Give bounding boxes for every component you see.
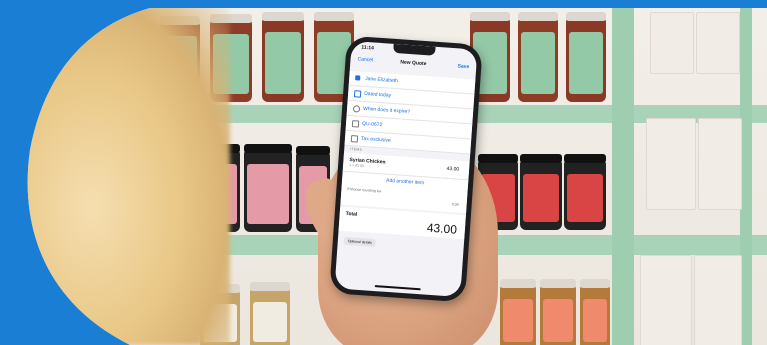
smartphone: 11:14 New Quote Cancel Save Jane Elizabe…: [329, 36, 483, 303]
tax-icon: [351, 135, 358, 142]
box: [694, 255, 742, 345]
rounding-value: 0.00: [451, 202, 459, 207]
tax-text: Tax exclusive: [360, 135, 391, 144]
jar: [262, 18, 304, 102]
contact-icon: [355, 75, 360, 80]
total-value: 43.00: [426, 220, 458, 237]
home-indicator: [375, 285, 421, 290]
box: [698, 118, 742, 210]
rounding-label: Enhance rounding tax: [347, 186, 382, 194]
quote-number: QU-0672: [361, 120, 383, 129]
expiry-text: When does it expire?: [362, 105, 411, 116]
phone-screen: 11:14 New Quote Cancel Save Jane Elizabe…: [335, 41, 478, 297]
calendar-icon: [354, 90, 361, 97]
optional-details-button[interactable]: Optional details: [344, 237, 377, 247]
jar: [566, 18, 606, 102]
jar: [500, 285, 536, 345]
box: [696, 12, 740, 74]
item-quantity: 1 × 43.00: [348, 163, 364, 169]
item-price: 43.00: [446, 165, 460, 173]
jar: [250, 288, 290, 345]
clock-icon: [353, 105, 360, 112]
jar: [564, 160, 606, 230]
jar: [540, 285, 576, 345]
box: [650, 12, 694, 74]
quote-details-group: Jane Elizabeth Dated today When does it …: [344, 71, 475, 155]
box: [640, 255, 692, 345]
jar: [518, 18, 558, 102]
cancel-button[interactable]: Cancel: [357, 56, 373, 63]
total-label: Total: [345, 210, 358, 218]
shelf-post: [612, 8, 634, 345]
status-time: 11:14: [361, 44, 375, 52]
date-text: Dated today: [363, 90, 392, 99]
save-button[interactable]: Save: [457, 63, 469, 70]
items-section-label: ITEMS: [350, 147, 363, 152]
jar: [580, 285, 610, 345]
background-photo: 11:14 New Quote Cancel Save Jane Elizabe…: [0, 0, 767, 345]
hash-icon: [352, 120, 359, 127]
blonde-hair: [0, 0, 230, 345]
box: [646, 118, 696, 210]
phone-notch: [393, 44, 436, 56]
items-group: Syrian Chicken 1 × 43.00 43.00 Add anoth…: [340, 153, 469, 214]
jar: [520, 160, 562, 230]
jar: [244, 150, 292, 232]
customer-name: Jane Elizabeth: [364, 75, 399, 85]
